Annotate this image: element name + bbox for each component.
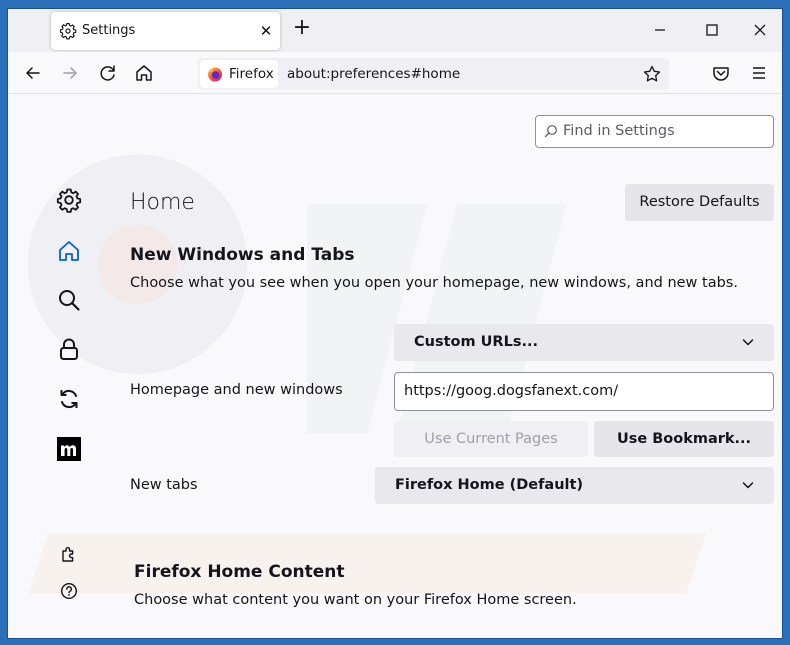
gear-icon xyxy=(59,22,77,40)
page-title: Home xyxy=(130,190,195,215)
sidebar-item-privacy[interactable] xyxy=(56,336,82,362)
url-text[interactable]: about:preferences#home xyxy=(287,66,460,82)
homepage-mode-value: Custom URLs... xyxy=(414,334,538,350)
tab-title: Settings xyxy=(82,23,136,38)
sidebar-item-home[interactable] xyxy=(56,238,82,264)
close-window-icon[interactable] xyxy=(748,19,772,41)
sidebar-item-search[interactable] xyxy=(56,287,82,313)
new-windows-heading: New Windows and Tabs xyxy=(130,245,355,265)
homepage-url-input[interactable]: https://goog.dogsfanext.com/ xyxy=(394,372,774,411)
search-icon xyxy=(544,125,557,138)
identity-box[interactable]: Firefox xyxy=(200,60,278,88)
watermark-logo xyxy=(27,154,707,594)
homepage-url-value: https://goog.dogsfanext.com/ xyxy=(404,383,619,399)
settings-content: Find in Settings Home Restore Defaults N… xyxy=(8,94,782,638)
reload-icon[interactable] xyxy=(96,62,120,84)
home-content-description: Choose what content you want on your Fir… xyxy=(134,592,577,608)
new-tab-button[interactable]: + xyxy=(291,17,313,40)
browser-window: Settings ✕ + Firefox about:preferences#h… xyxy=(7,8,783,639)
back-icon[interactable] xyxy=(21,62,45,84)
minimize-icon[interactable] xyxy=(648,19,672,41)
new-tabs-label: New tabs xyxy=(130,477,198,493)
use-current-pages-button[interactable]: Use Current Pages xyxy=(394,421,588,457)
restore-defaults-button[interactable]: Restore Defaults xyxy=(625,184,774,221)
chevron-down-icon xyxy=(742,339,754,346)
sidebar-item-more-from-mozilla[interactable] xyxy=(56,436,82,462)
identity-label: Firefox xyxy=(229,66,274,82)
tab-strip: Settings ✕ + xyxy=(8,9,782,52)
homepage-mode-select[interactable]: Custom URLs... xyxy=(394,324,774,361)
firefox-logo-icon xyxy=(208,67,222,82)
new-tabs-value: Firefox Home (Default) xyxy=(395,477,584,493)
sidebar-item-support[interactable] xyxy=(60,582,78,600)
find-in-settings-input[interactable]: Find in Settings xyxy=(535,115,774,148)
menu-icon[interactable] xyxy=(747,62,771,84)
sidebar-item-sync[interactable] xyxy=(56,386,82,412)
sidebar-item-extensions[interactable] xyxy=(60,545,78,563)
forward-icon[interactable] xyxy=(58,62,82,84)
bookmark-star-icon[interactable] xyxy=(642,64,662,84)
new-windows-description: Choose what you see when you open your h… xyxy=(130,275,738,291)
pocket-icon[interactable] xyxy=(709,62,733,84)
sidebar-item-general[interactable] xyxy=(56,187,82,213)
homepage-label: Homepage and new windows xyxy=(130,382,343,398)
tab-close-icon[interactable]: ✕ xyxy=(256,21,276,41)
maximize-icon[interactable] xyxy=(700,19,724,41)
home-icon[interactable] xyxy=(132,62,156,84)
find-placeholder: Find in Settings xyxy=(563,123,675,139)
use-bookmark-button[interactable]: Use Bookmark... xyxy=(594,421,774,457)
chevron-down-icon xyxy=(742,482,754,489)
url-bar[interactable]: Firefox about:preferences#home xyxy=(198,58,669,90)
tab-settings[interactable]: Settings ✕ xyxy=(51,12,280,50)
new-tabs-select[interactable]: Firefox Home (Default) xyxy=(375,467,774,504)
home-content-heading: Firefox Home Content xyxy=(134,562,345,582)
nav-bar: Firefox about:preferences#home xyxy=(8,52,782,94)
